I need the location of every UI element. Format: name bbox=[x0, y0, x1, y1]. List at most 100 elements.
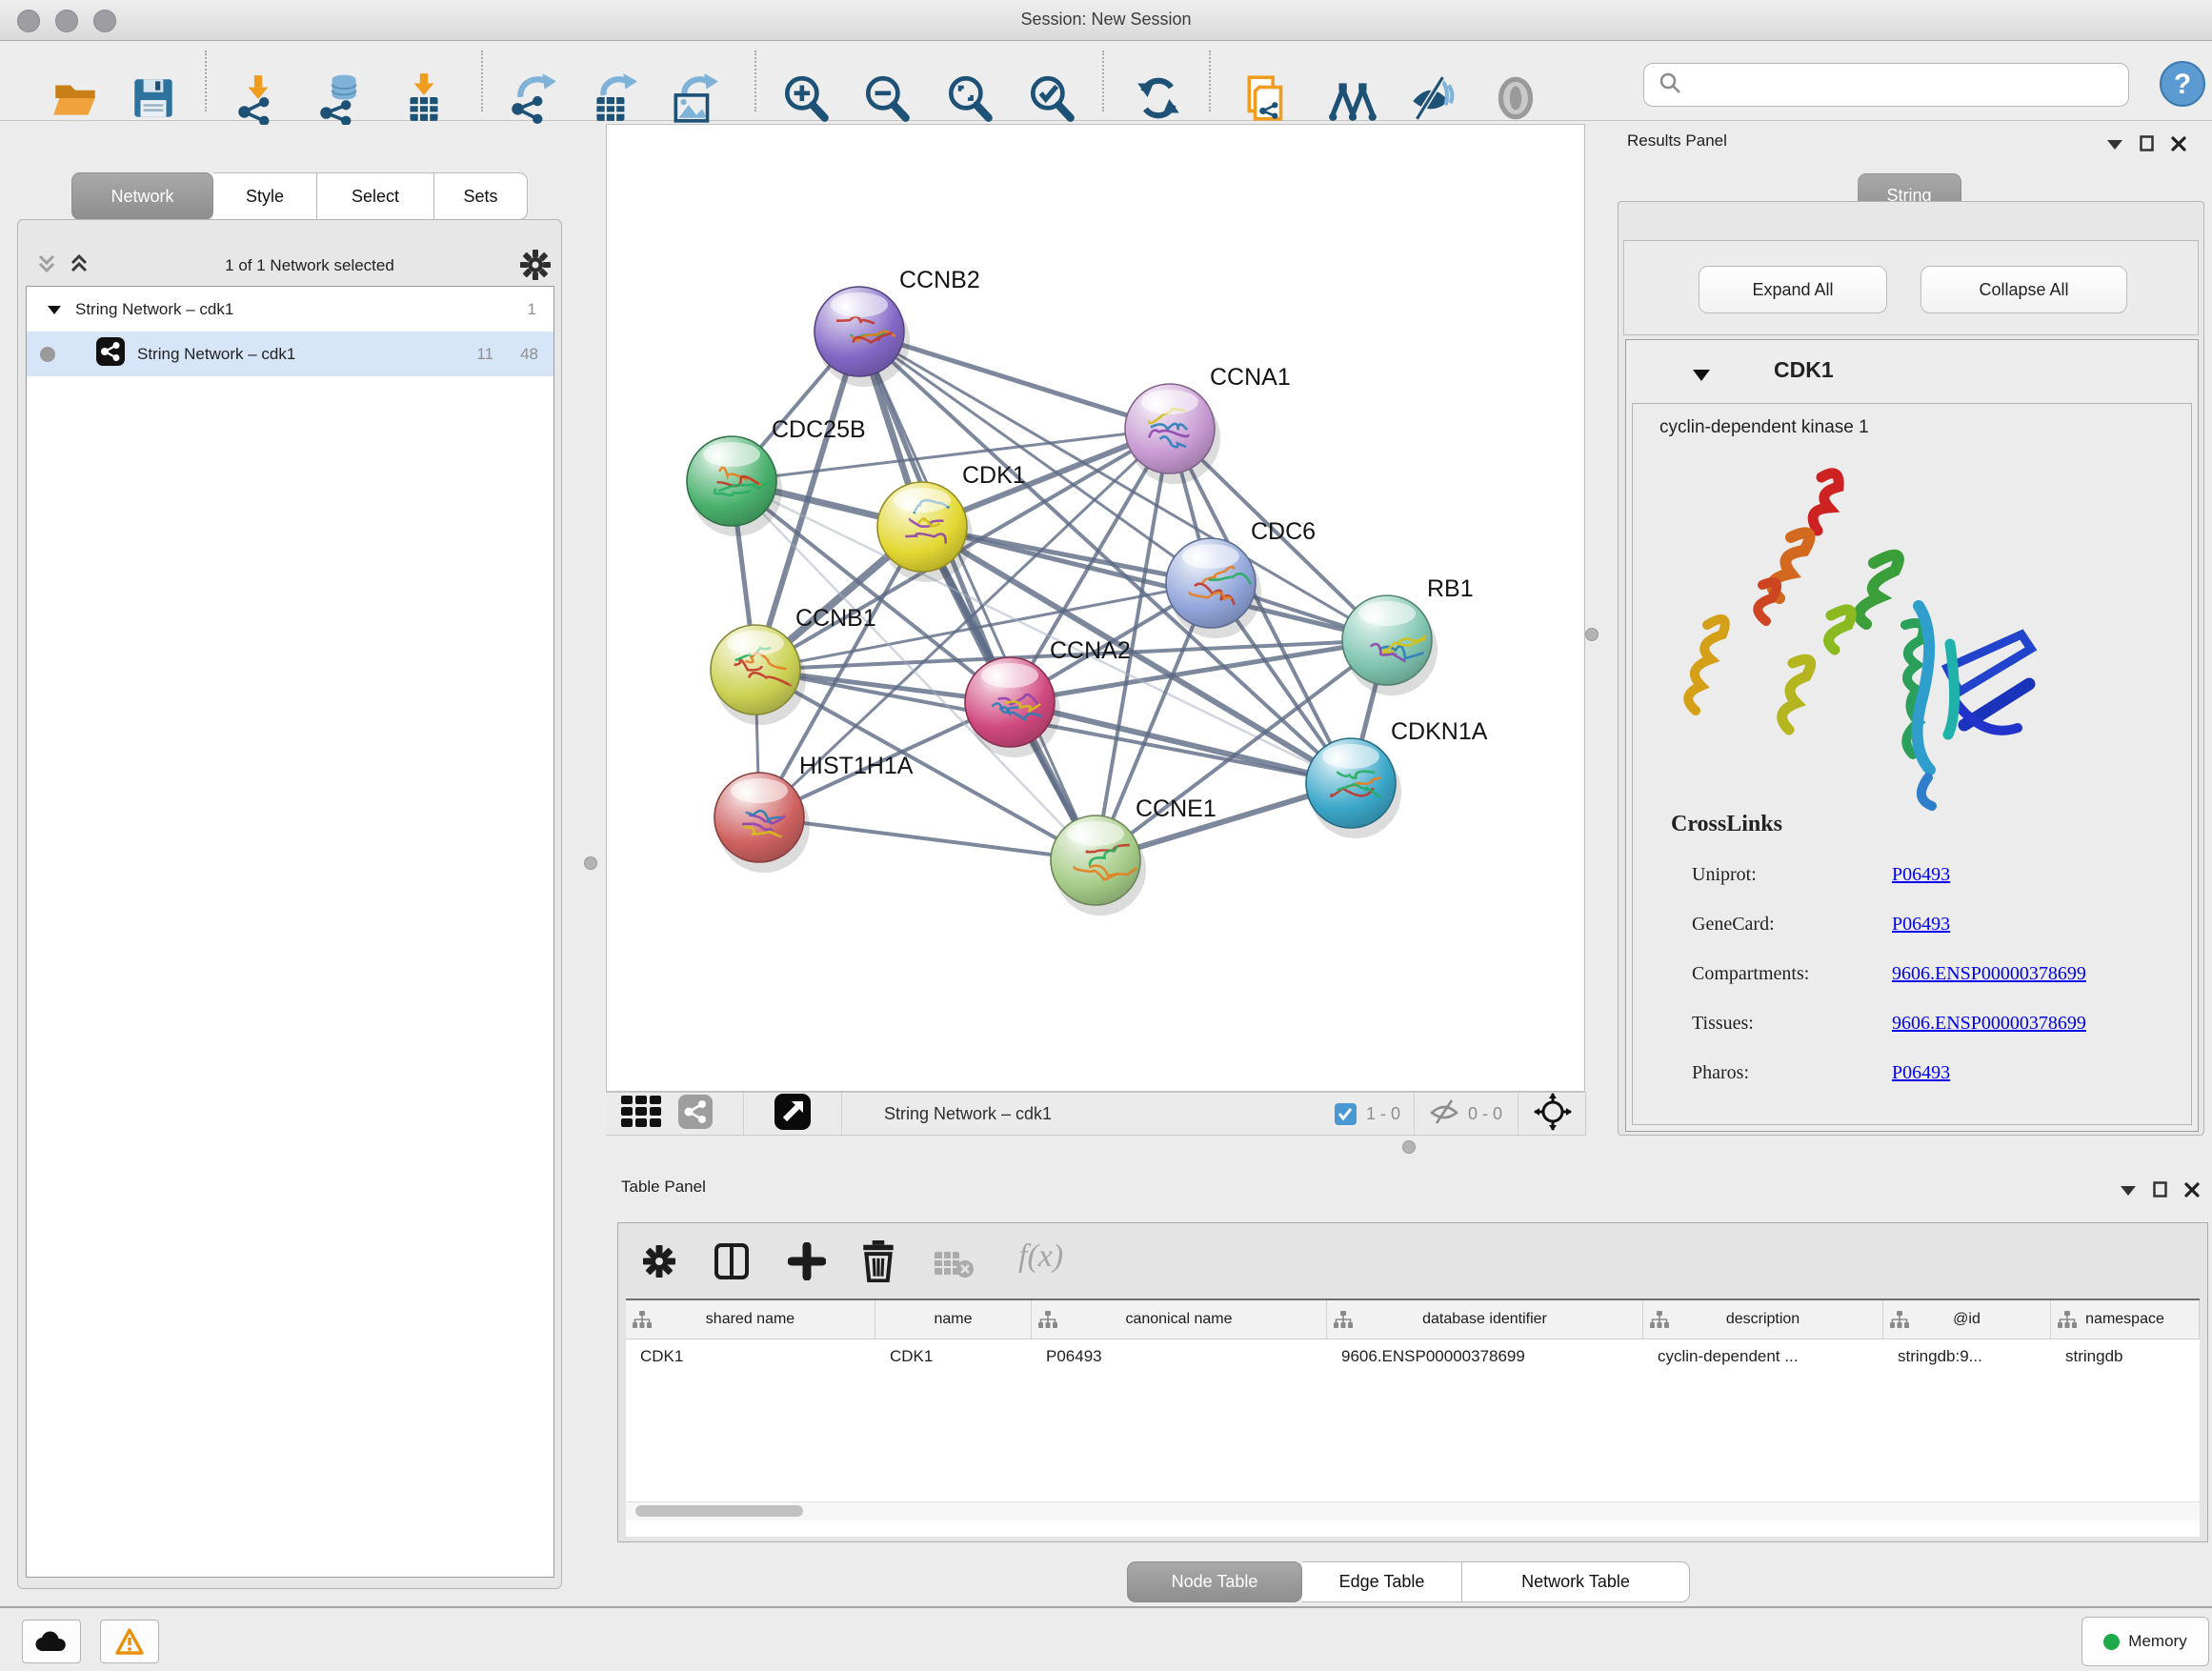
tab-network-table[interactable]: Network Table bbox=[1462, 1561, 1690, 1602]
column-header-canonical-name[interactable]: canonical name bbox=[1032, 1300, 1327, 1339]
import-network-icon[interactable] bbox=[231, 71, 285, 125]
column-header-@id[interactable]: @id bbox=[1883, 1300, 2051, 1339]
left-splitter-handle[interactable] bbox=[584, 856, 597, 870]
table-cell[interactable]: stringdb bbox=[2051, 1339, 2200, 1374]
node-count: 11 bbox=[476, 345, 493, 364]
expand-all-networks-icon[interactable] bbox=[67, 252, 91, 280]
crosshair-icon[interactable] bbox=[1534, 1093, 1572, 1136]
tab-edge-table[interactable]: Edge Table bbox=[1302, 1561, 1462, 1602]
table-cell[interactable]: CDK1 bbox=[626, 1339, 875, 1374]
add-column-icon[interactable] bbox=[788, 1242, 826, 1285]
collapse-all-networks-icon[interactable] bbox=[34, 252, 59, 280]
memory-button[interactable]: Memory bbox=[2081, 1617, 2209, 1666]
network-edge-CCNE1-HIST1H1A[interactable] bbox=[759, 817, 1096, 860]
zoom-fit-icon[interactable] bbox=[943, 71, 996, 125]
network-collection-row[interactable]: String Network – cdk1 1 bbox=[27, 287, 553, 332]
table-cell[interactable]: CDK1 bbox=[875, 1339, 1032, 1374]
zoom-in-icon[interactable] bbox=[779, 71, 833, 125]
expand-all-button[interactable]: Expand All bbox=[1699, 266, 1887, 313]
help-icon[interactable]: ? bbox=[2159, 60, 2206, 112]
import-table-icon[interactable] bbox=[397, 71, 451, 125]
column-header-label: database identifier bbox=[1422, 1311, 1547, 1328]
function-builder-icon: f(x) bbox=[1018, 1238, 1063, 1275]
hide-selected-icon[interactable] bbox=[1405, 71, 1458, 125]
export-network-icon[interactable] bbox=[505, 71, 558, 125]
export-table-icon[interactable] bbox=[586, 71, 639, 125]
tab-network[interactable]: Network bbox=[71, 172, 213, 220]
table-settings-gear-icon[interactable] bbox=[642, 1244, 676, 1283]
scrollbar-thumb[interactable] bbox=[635, 1505, 803, 1517]
network-edge-CCNB2-CCNE1[interactable] bbox=[859, 332, 1096, 860]
table-body: shared namenamecanonical name database id… bbox=[626, 1299, 2200, 1537]
show-columns-icon[interactable] bbox=[714, 1242, 750, 1285]
search-input[interactable] bbox=[1690, 63, 2128, 107]
close-panel-icon[interactable] bbox=[2171, 136, 2186, 156]
network-node-CCNB2[interactable]: CCNB2 bbox=[814, 267, 980, 387]
tab-sets[interactable]: Sets bbox=[434, 172, 528, 220]
horizontal-splitter-handle[interactable] bbox=[1402, 1140, 1416, 1154]
maximize-panel-icon[interactable] bbox=[2153, 1181, 2167, 1202]
tab-node-table[interactable]: Node Table bbox=[1127, 1561, 1302, 1602]
zoom-out-icon[interactable] bbox=[860, 71, 914, 125]
column-header-database-identifier[interactable]: database identifier bbox=[1327, 1300, 1643, 1339]
memory-status-dot bbox=[2103, 1634, 2120, 1650]
crosslink-link[interactable]: 9606.ENSP00000378699 bbox=[1892, 1013, 2086, 1035]
network-node-HIST1H1A[interactable]: HIST1H1A bbox=[714, 753, 914, 873]
selected-checkbox[interactable] bbox=[1335, 1103, 1357, 1125]
table-cell[interactable]: P06493 bbox=[1032, 1339, 1327, 1374]
cloud-icon[interactable] bbox=[22, 1620, 81, 1663]
apply-layout-icon[interactable] bbox=[1132, 71, 1185, 125]
horizontal-scrollbar[interactable] bbox=[626, 1501, 2200, 1520]
network-node-CCNA1[interactable]: CCNA1 bbox=[1125, 364, 1291, 484]
column-header-shared-name[interactable]: shared name bbox=[626, 1300, 875, 1339]
share-network-icon[interactable] bbox=[678, 1095, 713, 1134]
first-neighbors-icon[interactable] bbox=[1326, 71, 1379, 125]
right-splitter-handle[interactable] bbox=[1585, 628, 1599, 641]
show-all-icon[interactable] bbox=[1489, 71, 1542, 125]
crosslink-link[interactable]: P06493 bbox=[1892, 864, 1950, 886]
close-panel-icon[interactable] bbox=[2184, 1182, 2200, 1202]
crosslink-link[interactable]: P06493 bbox=[1892, 1062, 1950, 1084]
network-options-gear-icon[interactable] bbox=[519, 249, 552, 286]
warning-icon[interactable] bbox=[100, 1620, 159, 1663]
column-header-name[interactable]: name bbox=[875, 1300, 1032, 1339]
float-panel-icon[interactable] bbox=[2121, 1183, 2136, 1200]
float-panel-icon[interactable] bbox=[2107, 137, 2122, 154]
crosslink-row: Tissues:9606.ENSP00000378699 bbox=[1692, 998, 2178, 1048]
network-node-CDC6[interactable]: CDC6 bbox=[1166, 518, 1316, 638]
crosslink-label: Pharos: bbox=[1692, 1062, 1892, 1084]
column-header-description[interactable]: description bbox=[1643, 1300, 1883, 1339]
network-node-CDKN1A[interactable]: CDKN1A bbox=[1306, 718, 1488, 838]
export-image-icon[interactable] bbox=[667, 71, 720, 125]
network-node-RB1[interactable]: RB1 bbox=[1342, 575, 1474, 695]
network-row-selected[interactable]: String Network – cdk1 11 48 bbox=[27, 332, 553, 376]
grid-view-icon[interactable] bbox=[621, 1096, 663, 1133]
save-session-icon[interactable] bbox=[127, 71, 180, 125]
open-session-icon[interactable] bbox=[49, 71, 102, 125]
table-cell[interactable]: 9606.ENSP00000378699 bbox=[1327, 1339, 1643, 1374]
import-network-database-icon[interactable] bbox=[314, 71, 368, 125]
collapse-all-button[interactable]: Collapse All bbox=[1920, 266, 2127, 313]
column-header-label: @id bbox=[1953, 1311, 1981, 1328]
duplicate-network-icon[interactable] bbox=[1241, 71, 1295, 125]
crosslink-link[interactable]: P06493 bbox=[1892, 914, 1950, 936]
crosslink-link[interactable]: 9606.ENSP00000378699 bbox=[1892, 963, 2086, 985]
network-list: String Network – cdk1 1 String Network –… bbox=[26, 286, 554, 1578]
network-node-CDK1[interactable]: CDK1 bbox=[877, 462, 1026, 582]
table-row[interactable]: CDK1CDK1P064939606.ENSP00000378699cyclin… bbox=[626, 1339, 2200, 1374]
hidden-node-edge-count: 0 - 0 bbox=[1468, 1104, 1502, 1124]
delete-column-icon[interactable] bbox=[860, 1240, 896, 1287]
column-header-namespace[interactable]: namespace bbox=[2051, 1300, 2200, 1339]
zoom-selected-icon[interactable] bbox=[1025, 71, 1078, 125]
tree-expander-icon[interactable] bbox=[48, 300, 61, 319]
status-bar: Memory bbox=[0, 1606, 2212, 1671]
tab-style[interactable]: Style bbox=[213, 172, 317, 220]
birdseye-view-icon[interactable] bbox=[774, 1094, 811, 1135]
network-edge-CCNA2-CDKN1A[interactable] bbox=[1010, 702, 1351, 783]
section-expander-icon[interactable] bbox=[1693, 369, 1710, 386]
table-cell[interactable]: stringdb:9... bbox=[1883, 1339, 2051, 1374]
column-header-label: description bbox=[1726, 1311, 1800, 1328]
tab-select[interactable]: Select bbox=[317, 172, 434, 220]
maximize-panel-icon[interactable] bbox=[2140, 135, 2154, 156]
table-cell[interactable]: cyclin-dependent ... bbox=[1643, 1339, 1883, 1374]
